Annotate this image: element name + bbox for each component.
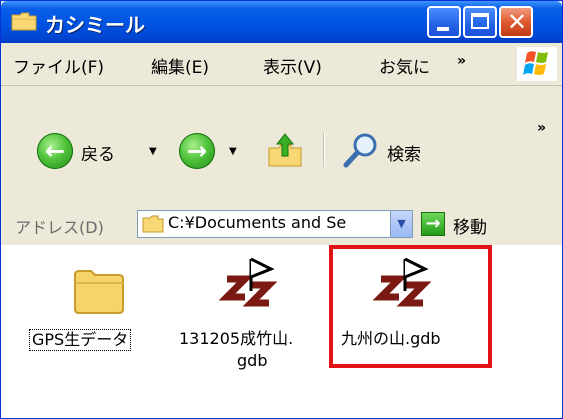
menu-file[interactable]: ファイル(F) [13, 53, 104, 78]
maximize-icon [471, 13, 489, 29]
maximize-button[interactable] [463, 6, 497, 38]
search-label[interactable]: 検索 [387, 140, 421, 165]
address-dropdown-icon[interactable]: ▼ [390, 211, 412, 237]
back-label[interactable]: 戻る [81, 140, 115, 165]
toolbar-separator [323, 133, 325, 167]
address-bar: アドレス(D) C:¥Documents and Se ▼ → 移動 [1, 203, 562, 246]
file-view: GPS生データ 131205成竹山. gdb 九州の山.gdb [1, 245, 562, 418]
file-name-line2: gdb [237, 351, 268, 370]
address-path: C:¥Documents and Se [168, 213, 347, 232]
folder-icon [74, 270, 124, 314]
toolbar: ← 戻る ▼ → ▼ 検索 » [1, 86, 562, 204]
windows-logo-icon [517, 47, 557, 81]
file-name-line1: 131205成竹山. [179, 329, 294, 348]
gdb-file-icon [373, 257, 432, 307]
title-bar[interactable]: カシミール ✕ [1, 1, 562, 43]
search-icon[interactable] [341, 130, 381, 170]
forward-button[interactable]: → [179, 133, 215, 169]
menu-favorites[interactable]: お気に [379, 53, 445, 78]
menu-view[interactable]: 表示(V) [263, 53, 322, 78]
file-name: GPS生データ [29, 329, 132, 351]
back-button[interactable]: ← [37, 133, 73, 169]
file-name: 九州の山.gdb [341, 329, 441, 348]
back-arrow-icon: ← [44, 137, 66, 165]
menu-bar: ファイル(F) 編集(E) 表示(V) お気に » [1, 43, 562, 86]
minimize-button[interactable] [427, 6, 461, 38]
folder-icon [142, 215, 164, 233]
close-button[interactable]: ✕ [499, 6, 533, 38]
forward-dropdown-icon[interactable]: ▼ [229, 146, 237, 157]
minimize-icon [437, 27, 449, 31]
window-title: カシミール [45, 13, 145, 37]
close-icon: ✕ [506, 8, 528, 36]
go-arrow-icon[interactable]: → [421, 212, 445, 236]
address-input[interactable]: C:¥Documents and Se ▼ [137, 210, 413, 238]
forward-arrow-icon: → [186, 137, 208, 165]
address-label: アドレス(D) [15, 218, 104, 237]
menu-edit[interactable]: 編集(E) [151, 53, 209, 78]
explorer-window: カシミール ✕ ファイル(F) 編集(E) 表示(V) お気に » ← 戻る ▼… [0, 0, 563, 419]
folder-icon [11, 12, 37, 31]
back-dropdown-icon[interactable]: ▼ [149, 146, 157, 157]
gdb-file-icon [219, 257, 278, 307]
menu-overflow-chevron-icon[interactable]: » [457, 53, 466, 69]
up-folder-icon[interactable] [265, 130, 305, 170]
toolbar-overflow-chevron-icon[interactable]: » [537, 120, 546, 136]
go-label[interactable]: 移動 [453, 213, 487, 238]
